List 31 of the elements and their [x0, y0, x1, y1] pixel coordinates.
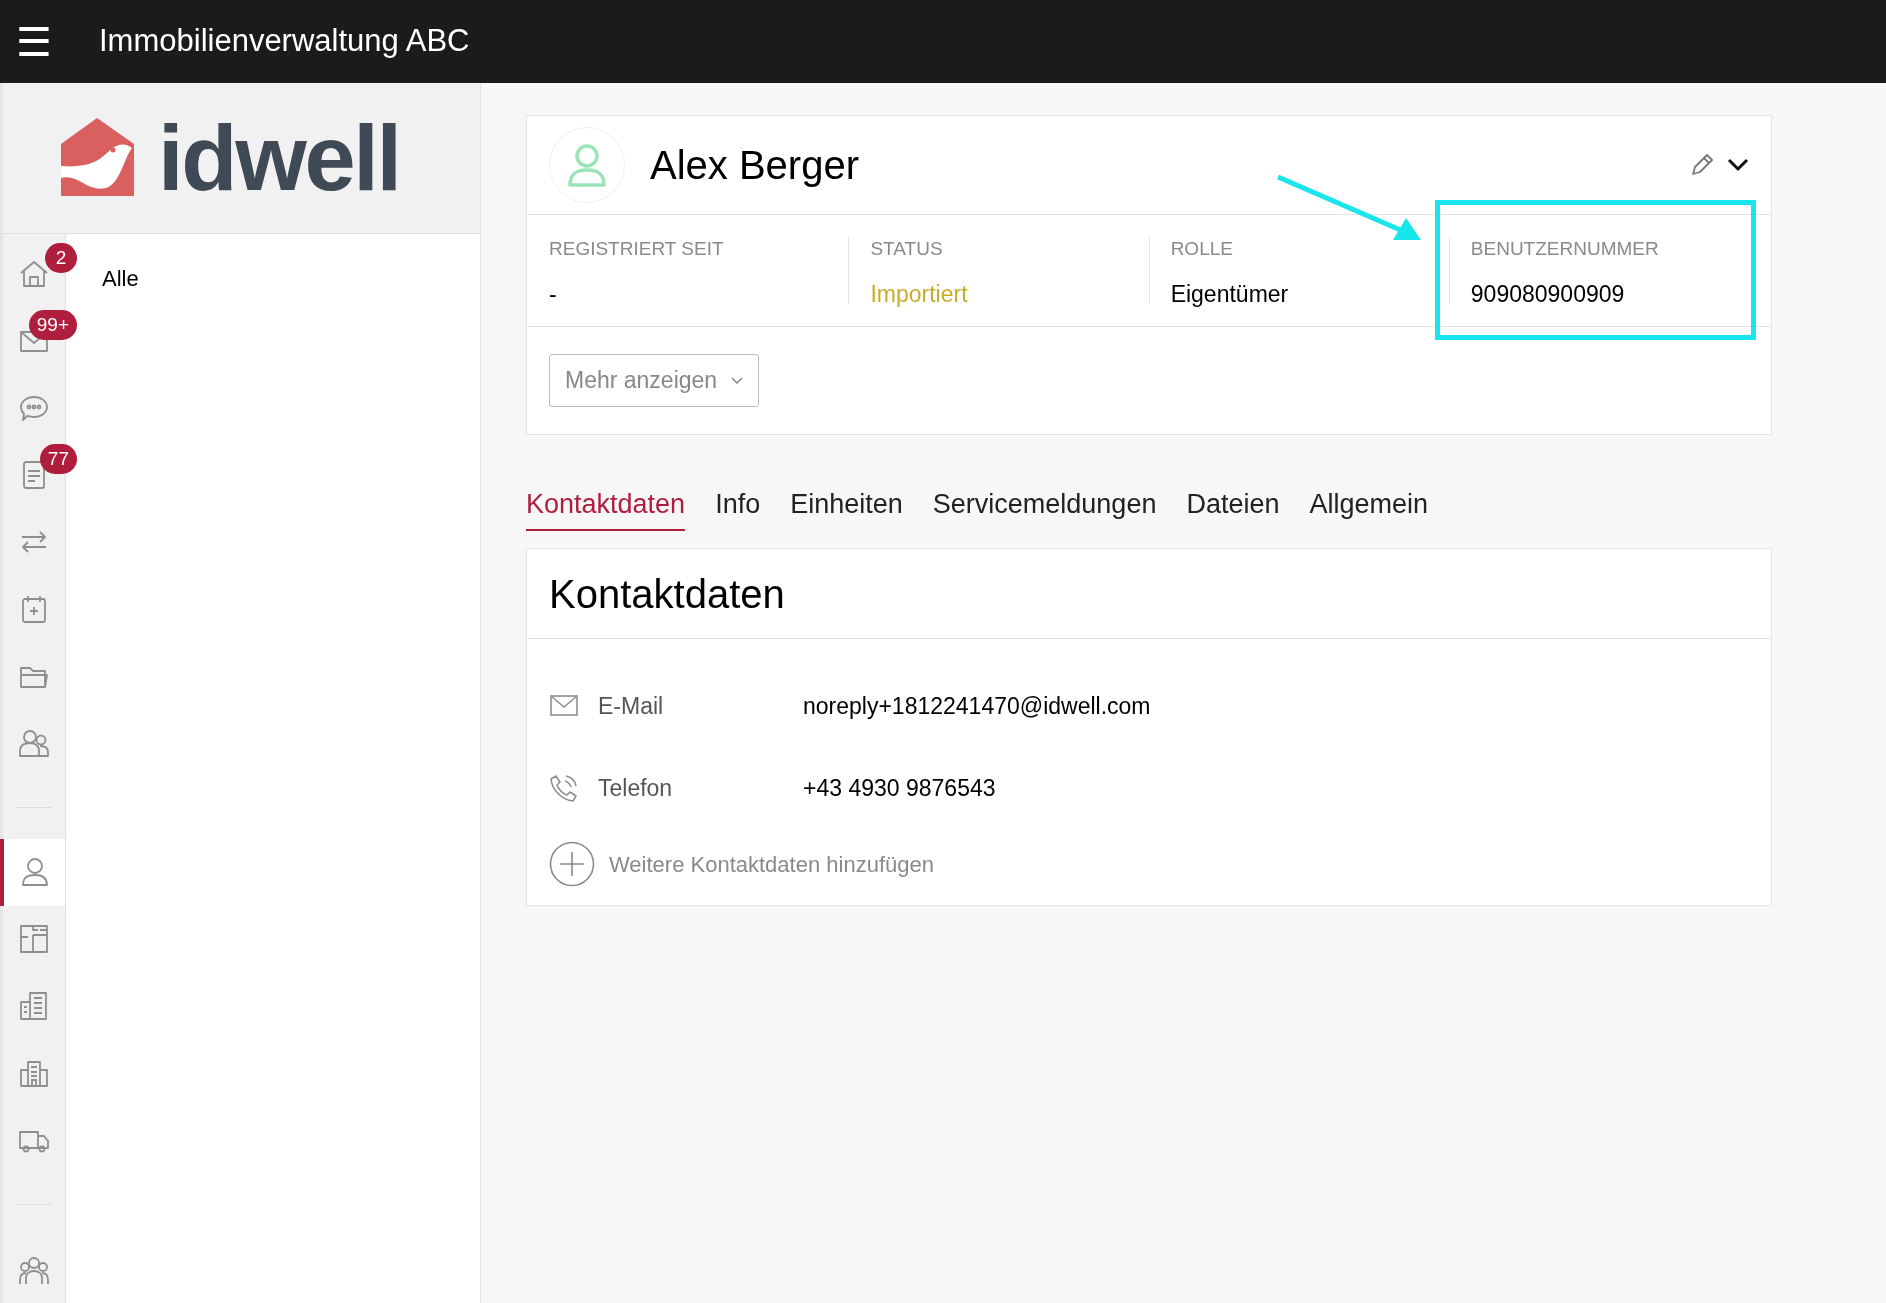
field-value: - [549, 279, 558, 309]
more-dropdown-button[interactable]: Mehr anzeigen [549, 354, 760, 407]
contact-label: E-Mail [598, 691, 665, 721]
field-label: BENUTZERNUMMER [1470, 237, 1660, 261]
tab[interactable]: Einheiten [790, 484, 903, 531]
card-title: Kontaktdaten [527, 549, 1771, 639]
tab[interactable]: Info [715, 484, 761, 531]
app-title: Immobilienverwaltung ABC [99, 22, 470, 61]
field-label: STATUS [870, 237, 944, 261]
filter-item[interactable]: Alle [102, 262, 480, 295]
tab[interactable]: Kontaktdaten [526, 484, 686, 531]
sidebar-nav-item[interactable]: 77 [3, 441, 77, 508]
menu-icon[interactable]: ☰ [16, 21, 56, 62]
logo-wordmark: idwell [158, 112, 400, 204]
tab[interactable]: Dateien [1186, 484, 1280, 531]
field-value: Eigentümer [1170, 279, 1290, 309]
tab[interactable]: Allgemein [1309, 484, 1429, 531]
contact-value: +43 4930 9876543 [803, 773, 996, 803]
contact-label: Telefon [598, 773, 674, 803]
field-label: ROLLE [1170, 237, 1234, 261]
field-label: REGISTRIERT SEIT [549, 237, 725, 261]
sidebar-nav-item[interactable]: 99+ [3, 307, 77, 374]
field-value: Importiert [870, 279, 969, 309]
notification-badge: 99+ [28, 310, 77, 340]
sidebar-nav-item[interactable]: 2 [3, 240, 77, 307]
field-value: 909080900909 [1470, 279, 1626, 309]
contact-value: noreply+1812241470@idwell.com [803, 691, 1151, 721]
notification-badge: 2 [45, 243, 77, 273]
notification-badge: 77 [39, 444, 77, 474]
tab[interactable]: Servicemeldungen [932, 484, 1157, 531]
profile-name: Alex Berger [650, 142, 860, 189]
